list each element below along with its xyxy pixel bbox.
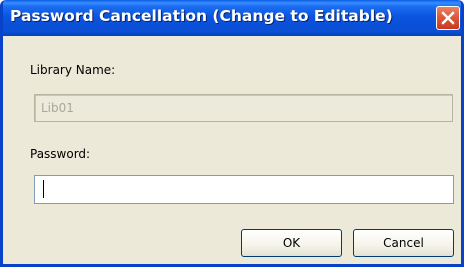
library-name-field: Lib01 (34, 94, 453, 122)
library-name-label: Library Name: (30, 63, 116, 77)
cancel-button[interactable]: Cancel (353, 229, 454, 257)
close-x-icon (441, 11, 455, 25)
dialog-title: Password Cancellation (Change to Editabl… (10, 7, 393, 25)
password-label: Password: (30, 147, 91, 161)
password-cancellation-dialog: Password Cancellation (Change to Editabl… (0, 0, 464, 267)
title-bar[interactable]: Password Cancellation (Change to Editabl… (3, 0, 461, 36)
text-caret (43, 180, 44, 198)
ok-button[interactable]: OK (241, 229, 342, 257)
close-button[interactable] (436, 6, 460, 30)
password-input[interactable] (34, 175, 454, 204)
